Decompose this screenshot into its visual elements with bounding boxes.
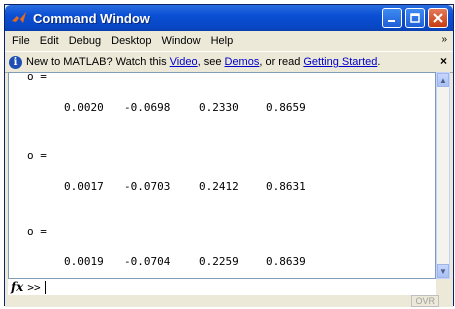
menu-edit[interactable]: Edit: [35, 35, 64, 47]
command-prompt[interactable]: fx >>: [8, 279, 436, 295]
output-value: -0.0698: [124, 101, 171, 114]
maximize-button[interactable]: [405, 8, 425, 28]
output-value: 0.8659: [266, 101, 306, 114]
scroll-down-icon[interactable]: ▼: [437, 264, 449, 278]
close-button[interactable]: [428, 8, 448, 28]
info-mid2: , or read: [259, 56, 304, 68]
info-message: New to MATLAB? Watch this Video, see Dem…: [26, 56, 380, 68]
output-value: 0.2412: [199, 180, 239, 193]
output-value: 0.0020: [64, 101, 104, 114]
title-bar[interactable]: Command Window: [5, 5, 453, 31]
output-label: o =: [27, 149, 47, 162]
matlab-logo-icon: [12, 12, 26, 23]
menu-desktop[interactable]: Desktop: [106, 35, 156, 47]
output-value: 0.0019: [64, 255, 104, 268]
vertical-scrollbar[interactable]: ▲ ▼: [436, 72, 450, 279]
menu-debug[interactable]: Debug: [64, 35, 106, 47]
video-link[interactable]: Video: [170, 56, 198, 68]
scroll-up-icon[interactable]: ▲: [437, 73, 449, 87]
getting-started-link[interactable]: Getting Started: [303, 56, 377, 68]
info-mid1: , see: [197, 56, 225, 68]
demos-link[interactable]: Demos: [225, 56, 260, 68]
output-value: 0.8631: [266, 180, 306, 193]
output-label: o =: [27, 225, 47, 238]
output-value: 0.2259: [199, 255, 239, 268]
close-icon: [433, 13, 443, 23]
output-value: -0.0704: [124, 255, 171, 268]
menu-overflow-icon[interactable]: »: [441, 34, 447, 45]
maximize-icon: [410, 13, 420, 23]
info-prefix: New to MATLAB? Watch this: [26, 56, 170, 68]
output-value: 0.2330: [199, 101, 239, 114]
info-suffix: .: [377, 56, 381, 68]
output-label: o =: [27, 72, 47, 83]
info-icon: i: [9, 55, 22, 69]
console-output[interactable]: o = 0.0020 -0.0698 0.2330 0.8659 o = 0.0…: [8, 72, 436, 279]
window-title: Command Window: [33, 10, 150, 26]
command-window: Command Window File Edit Debug Desktop W…: [4, 4, 454, 307]
menu-help[interactable]: Help: [206, 35, 239, 47]
info-close-icon[interactable]: ×: [440, 54, 447, 68]
output-value: -0.0703: [124, 180, 171, 193]
output-value: 0.8639: [266, 255, 306, 268]
prompt-symbol: >>: [27, 280, 41, 294]
ovr-indicator: OVR: [411, 295, 439, 307]
text-cursor: [44, 280, 46, 294]
menu-window[interactable]: Window: [156, 35, 205, 47]
output-value: 0.0017: [64, 180, 104, 193]
minimize-button[interactable]: [382, 8, 402, 28]
menu-file[interactable]: File: [7, 35, 35, 47]
fx-icon[interactable]: fx: [11, 280, 23, 294]
minimize-icon: [388, 20, 395, 22]
info-bar: i New to MATLAB? Watch this Video, see D…: [5, 51, 453, 73]
status-bar: OVR: [5, 295, 453, 307]
menu-bar: File Edit Debug Desktop Window Help »: [5, 31, 453, 51]
